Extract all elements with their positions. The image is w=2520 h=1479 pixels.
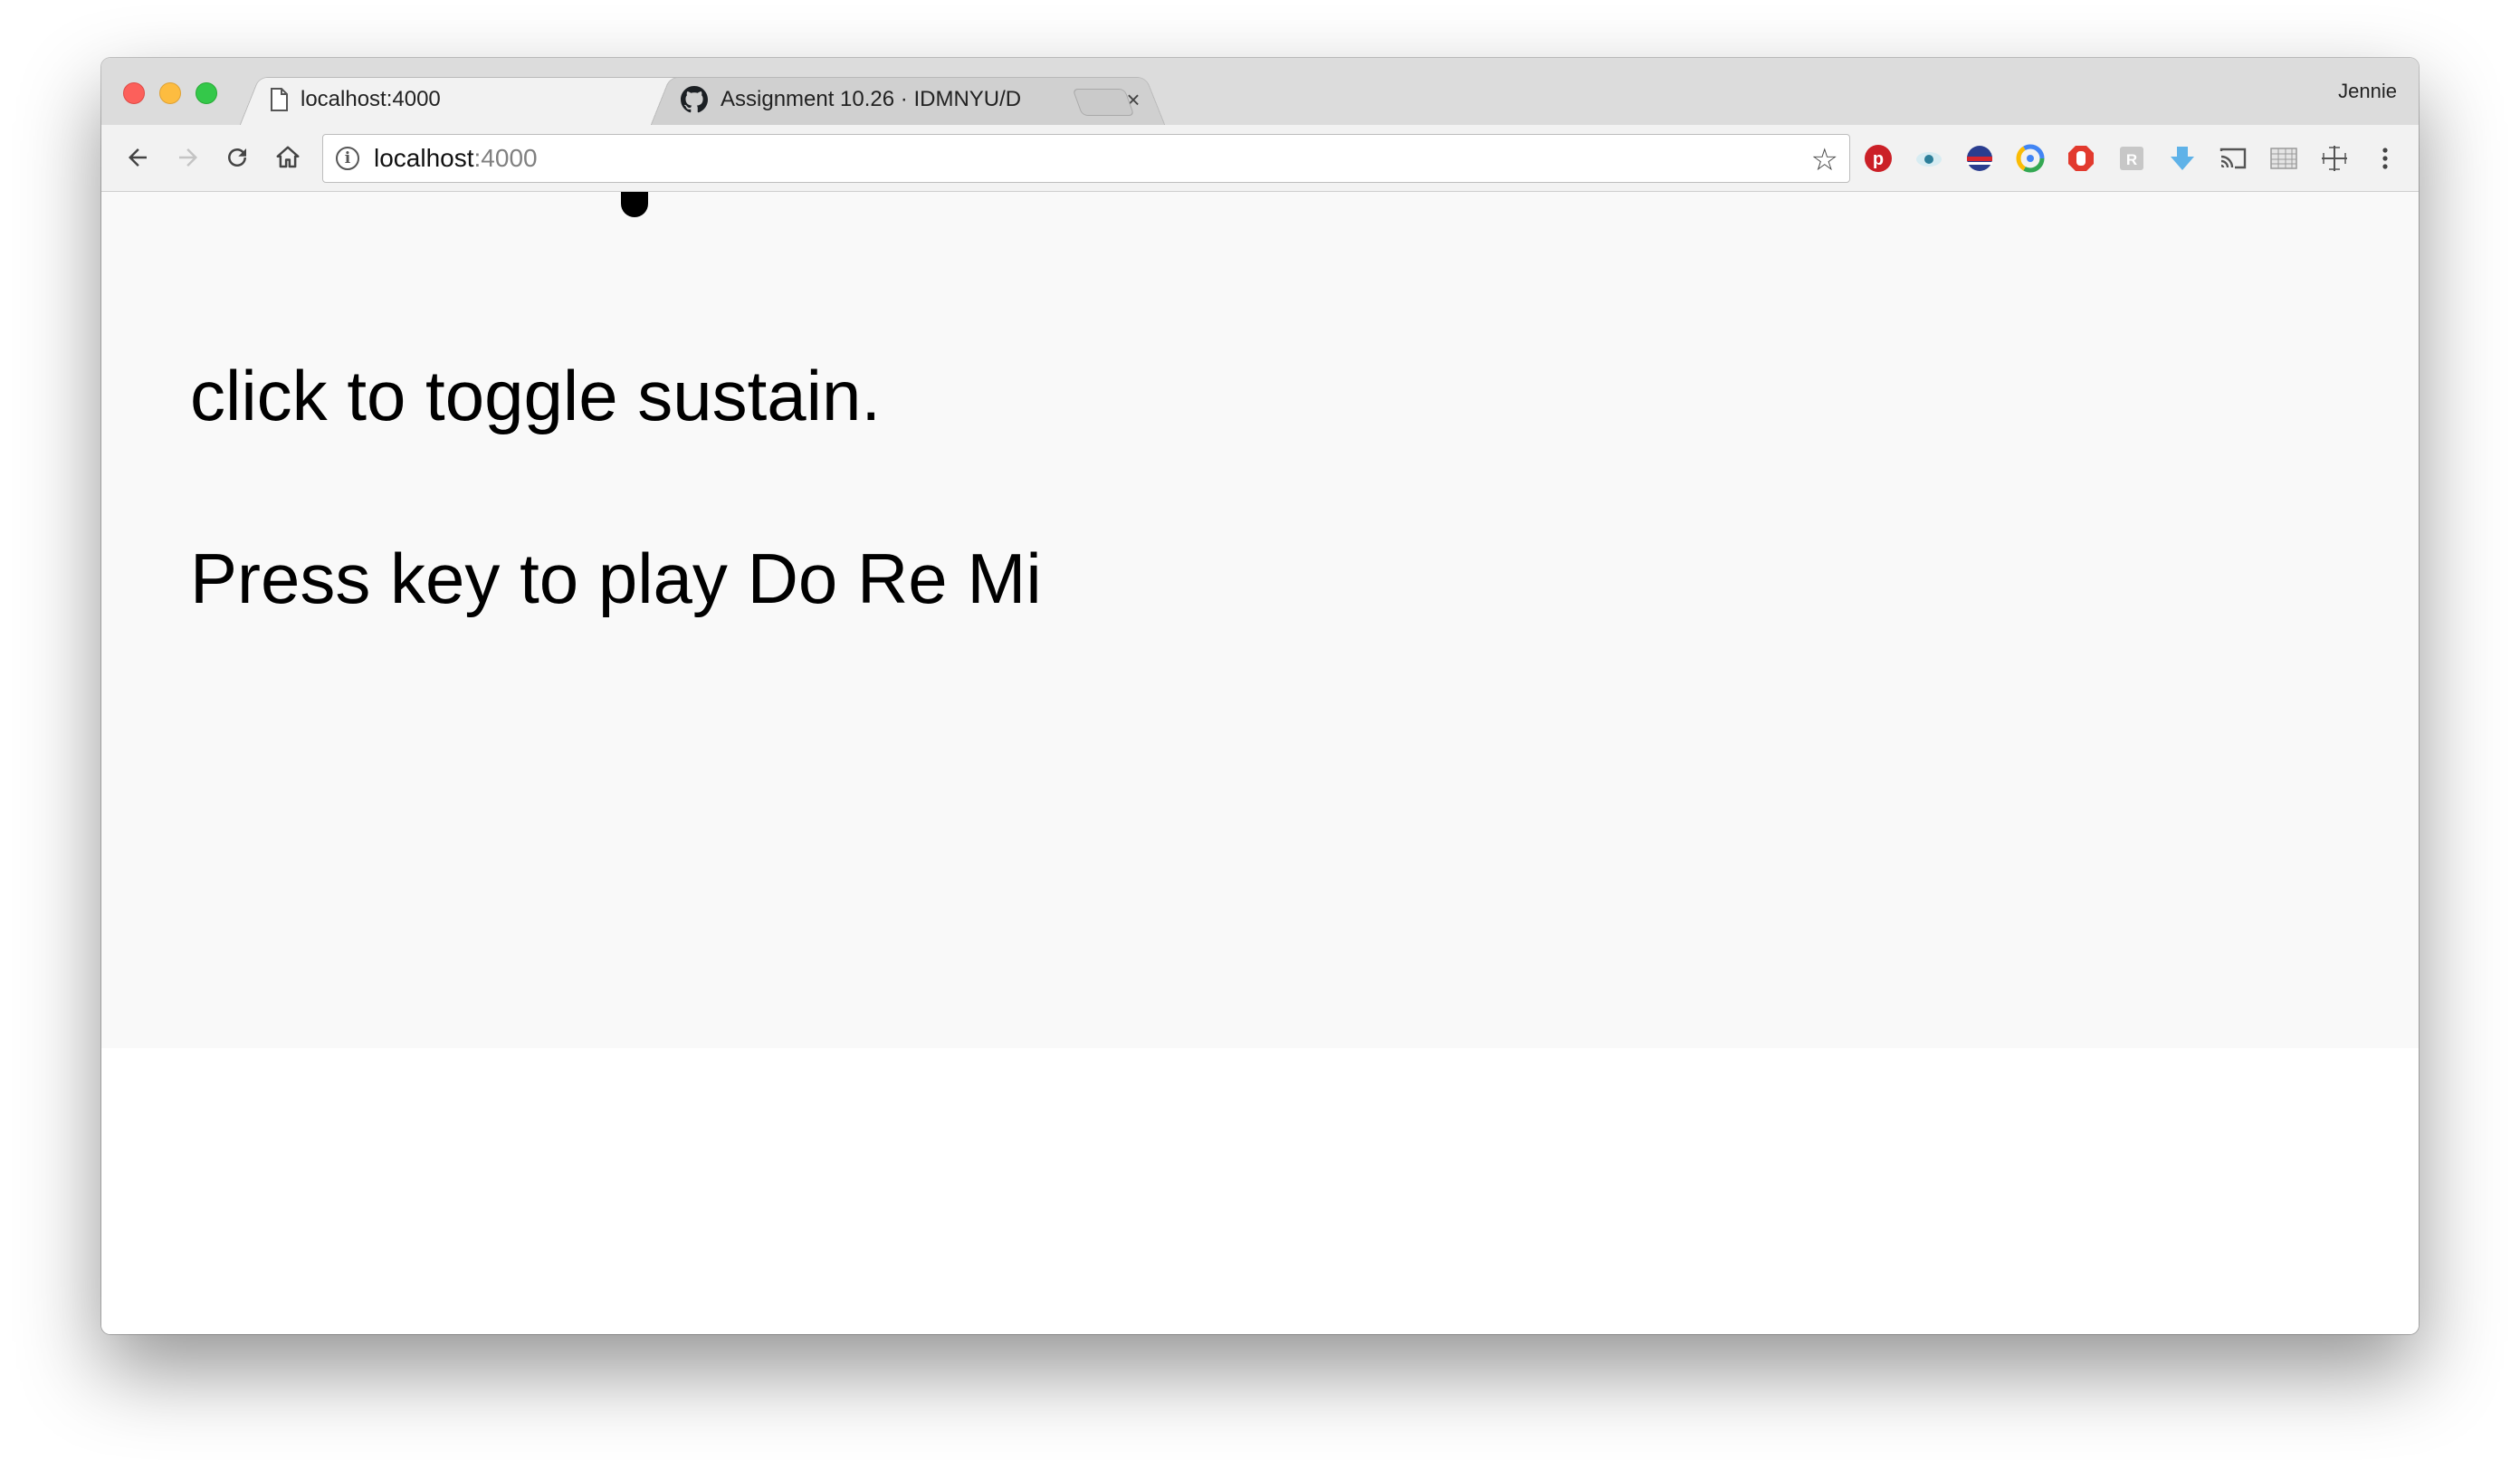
toolbar: i localhost:4000 ☆ p R (101, 125, 2419, 192)
tab-title: Assignment 10.26 · IDMNYU/D (721, 87, 1022, 111)
github-icon (681, 86, 708, 113)
home-button[interactable] (266, 136, 310, 179)
grid-icon[interactable] (2268, 143, 2299, 174)
reload-icon (228, 148, 246, 167)
new-tab-button[interactable] (1072, 89, 1135, 116)
play-instruction: Press key to play Do Re Mi (190, 539, 1042, 618)
tab-title: localhost:4000 (301, 87, 441, 111)
pinterest-icon[interactable]: p (1863, 143, 1894, 174)
forward-button[interactable] (167, 136, 210, 179)
page-blank-area (101, 1048, 2419, 1334)
url-text: localhost:4000 (374, 144, 538, 172)
puzzle-icon[interactable]: R (2116, 143, 2147, 174)
svg-text:p: p (1873, 149, 1884, 169)
back-button[interactable] (116, 136, 159, 179)
stop-hand-icon[interactable] (2066, 143, 2096, 174)
home-icon (276, 146, 300, 168)
profile-name[interactable]: Jennie (2338, 80, 2397, 103)
forward-arrow-icon (179, 148, 197, 167)
crosshair-icon[interactable] (2319, 143, 2350, 174)
globe-icon[interactable] (1964, 143, 1995, 174)
bookmark-star-icon[interactable]: ☆ (1811, 142, 1838, 178)
tab-strip: localhost:4000 🔈︎ × Assignment 10.26 · I… (101, 58, 2419, 127)
svg-text:R: R (2126, 151, 2137, 168)
window-maximize-button[interactable] (196, 82, 217, 104)
address-bar[interactable]: i localhost:4000 ☆ (322, 134, 1850, 183)
page-content[interactable]: click to toggle sustain. Press key to pl… (101, 192, 2419, 1048)
reload-button[interactable] (215, 136, 259, 179)
cursor-dot (621, 192, 648, 217)
window-close-button[interactable] (123, 82, 145, 104)
cast-icon[interactable] (2218, 143, 2248, 174)
window-minimize-button[interactable] (159, 82, 181, 104)
info-icon[interactable]: i (336, 147, 359, 170)
page-icon (271, 88, 288, 111)
eye-icon[interactable] (1914, 143, 1944, 174)
download-arrow-icon[interactable] (2167, 143, 2198, 174)
chrome-circle-icon[interactable] (2015, 143, 2046, 174)
sustain-instruction: click to toggle sustain. (190, 356, 882, 435)
back-arrow-icon (129, 148, 147, 167)
menu-icon[interactable] (2370, 143, 2401, 174)
browser-window: localhost:4000 🔈︎ × Assignment 10.26 · I… (101, 58, 2419, 1334)
